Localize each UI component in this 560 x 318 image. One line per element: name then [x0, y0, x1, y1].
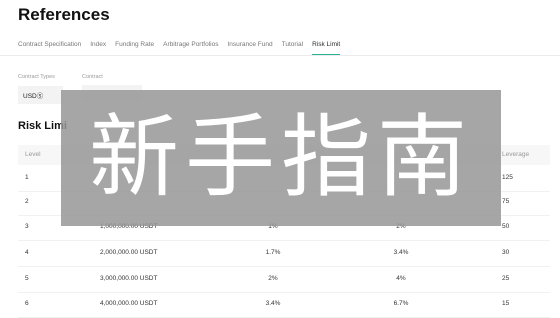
beginner-guide-overlay: 新手指南 — [61, 90, 501, 226]
cell-level: 5 — [25, 275, 29, 282]
cell-level: 6 — [25, 300, 29, 307]
tab-contract-specification[interactable]: Contract Specification — [18, 40, 81, 56]
cell-leverage: 50 — [502, 223, 510, 230]
table-row: 5 3,000,000.00 USDT 2% 4% 25 — [18, 266, 550, 293]
cell-initial-margin-rate: 1.7% — [265, 249, 281, 256]
cell-leverage: 75 — [502, 198, 510, 205]
tab-bar: Contract Specification Index Funding Rat… — [18, 40, 349, 56]
cell-maintenance-margin-rate: 3.4% — [393, 249, 409, 256]
cell-initial-margin-rate: 3.4% — [265, 300, 281, 307]
contract-types-filter: Contract Types USDⓈ — [18, 74, 63, 104]
contract-types-select[interactable]: USDⓈ — [18, 86, 63, 104]
tab-arbitrage-portfolios[interactable]: Arbitrage Portfolios — [163, 40, 218, 56]
tab-index[interactable]: Index — [90, 40, 106, 56]
cell-initial-margin-rate: 2% — [268, 275, 278, 282]
table-row: 4 2,000,000.00 USDT 1.7% 3.4% 30 — [18, 240, 550, 267]
tab-tutorial[interactable]: Tutorial — [282, 40, 303, 56]
tab-risk-limit[interactable]: Risk Limit — [312, 40, 341, 56]
cell-level: 1 — [25, 174, 29, 181]
cell-maintenance-margin-rate: 6.7% — [393, 300, 409, 307]
tab-insurance-fund[interactable]: Insurance Fund — [227, 40, 272, 56]
cell-leverage: 15 — [502, 300, 510, 307]
cell-level: 3 — [25, 223, 29, 230]
cell-amount: 4,000,000.00 USDT — [100, 300, 158, 307]
contract-label: Contract — [82, 74, 103, 80]
contract-types-label: Contract Types — [18, 74, 55, 80]
cell-leverage: 125 — [502, 174, 513, 181]
cell-amount: 3,000,000.00 USDT — [100, 275, 158, 282]
cell-leverage: 30 — [502, 249, 510, 256]
tab-funding-rate[interactable]: Funding Rate — [115, 40, 154, 56]
section-title: Risk Limi — [18, 120, 67, 132]
cell-amount: 2,000,000.00 USDT — [100, 249, 158, 256]
page-title: References — [18, 5, 110, 24]
tabs-divider — [0, 55, 560, 56]
column-header-level: Level — [25, 151, 41, 158]
cell-leverage: 25 — [502, 275, 510, 282]
cell-level: 2 — [25, 198, 29, 205]
cell-level: 4 — [25, 249, 29, 256]
column-header-leverage: Leverage — [502, 151, 530, 158]
cell-maintenance-margin-rate: 4% — [396, 275, 406, 282]
overlay-text: 新手指南 — [89, 105, 473, 210]
table-row: 6 4,000,000.00 USDT 3.4% 6.7% 15 — [18, 291, 550, 318]
